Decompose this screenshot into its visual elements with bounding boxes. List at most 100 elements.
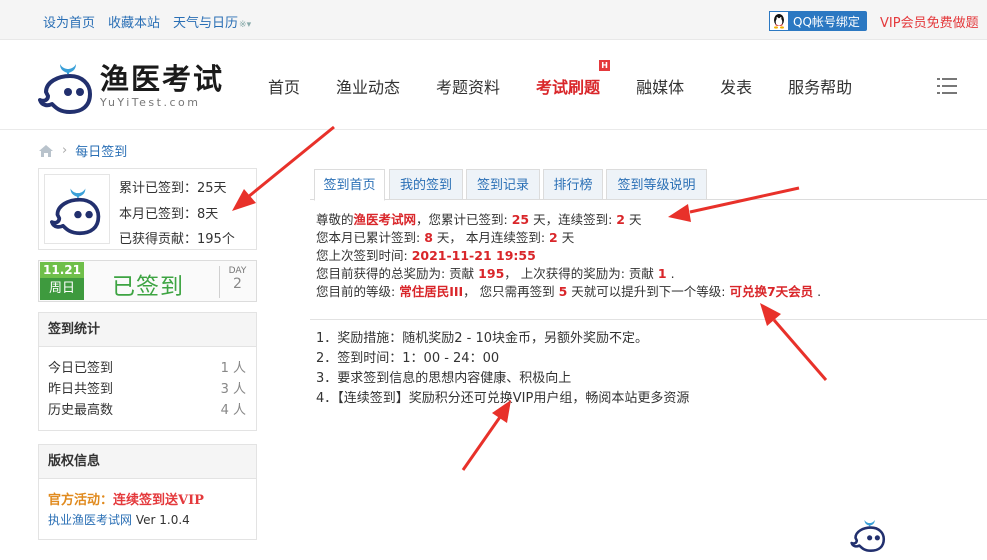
home-icon[interactable] bbox=[38, 144, 54, 158]
rule-item: 2．签到时间：1：00 - 24：00 bbox=[316, 351, 500, 366]
stats-row: 今日已签到 1 人 bbox=[39, 358, 256, 379]
rule-item: 3．要求签到信息的思想内容健康、积极向上 bbox=[316, 371, 572, 386]
day-counter: DAY 2 bbox=[219, 266, 255, 298]
nav-exam-practice-label: 考试刷题 bbox=[536, 78, 601, 97]
signin-rules: 1．奖励措施：随机奖励2 - 10块金币，另额外奖励不定。 2．签到时间：1：0… bbox=[316, 329, 689, 409]
annotation-arrow bbox=[461, 400, 511, 471]
stats-row-label: 历史最高数 bbox=[48, 403, 114, 418]
menu-lines-icon[interactable] bbox=[937, 77, 957, 95]
annotation-arrow bbox=[760, 303, 828, 381]
tab-signin-records[interactable]: 签到记录 bbox=[466, 169, 540, 200]
copyright-line: 执业渔医考试网 Ver 1.0.4 bbox=[39, 508, 256, 528]
tab-level-description[interactable]: 签到等级说明 bbox=[606, 169, 707, 200]
logo-text: 渔医考试 YuYiTest.com bbox=[100, 63, 224, 109]
stats-row-label: 昨日共签到 bbox=[48, 382, 114, 397]
stats-row-label: 今日已签到 bbox=[48, 361, 114, 376]
last-reward-value: 1 bbox=[657, 266, 667, 281]
info-text: ， 上次获得的奖励为: 贡献 bbox=[504, 266, 658, 281]
next-level: 可兑换7天会员 bbox=[729, 284, 814, 299]
nav-service-help[interactable]: 服务帮助 bbox=[788, 74, 852, 98]
whale-avatar-icon bbox=[50, 188, 101, 236]
streak-days-value: 2 bbox=[616, 212, 625, 227]
logo-subtitle: YuYiTest.com bbox=[100, 96, 201, 109]
info-text: 天 bbox=[557, 230, 575, 245]
site-name-link[interactable]: 执业渔医考试网 bbox=[48, 513, 132, 527]
qq-bind-button[interactable]: QQ帐号绑定 bbox=[769, 11, 867, 31]
nav-fishery-news[interactable]: 渔业动态 bbox=[336, 74, 400, 98]
tab-leaderboard[interactable]: 排行榜 bbox=[543, 169, 603, 200]
nav-publish[interactable]: 发表 bbox=[720, 74, 752, 98]
promo-line: 官方活动：连续签到送VIP bbox=[39, 479, 256, 508]
info-text: 您上次签到时间: bbox=[316, 248, 412, 263]
info-text: ，您累计已签到: bbox=[416, 212, 512, 227]
hot-badge: H bbox=[599, 60, 611, 71]
signin-stats-panel: 签到统计 今日已签到 1 人 昨日共签到 3 人 历史最高数 4 人 bbox=[38, 312, 257, 431]
day-label: DAY bbox=[228, 266, 247, 276]
nav-exam-materials[interactable]: 考题资料 bbox=[436, 74, 500, 98]
stats-row-value: 4 人 bbox=[220, 403, 246, 418]
vip-free-link[interactable]: VIP会员免费做题 bbox=[880, 12, 979, 31]
current-level: 常住居民III bbox=[399, 284, 464, 299]
info-text: 天 bbox=[625, 212, 642, 227]
promo-label: 官方活动： bbox=[48, 493, 114, 508]
section-divider bbox=[310, 319, 987, 320]
logo-title: 渔医考试 bbox=[100, 62, 225, 96]
info-line-month: 您本月已累计签到: 8 天， 本月连续签到: 2 天 bbox=[316, 229, 821, 247]
info-text: ， 您只需再签到 bbox=[463, 284, 559, 299]
info-text: . bbox=[813, 284, 822, 299]
month-signin-value: 8天 bbox=[197, 207, 219, 222]
site-logo[interactable]: 渔医考试 YuYiTest.com bbox=[38, 58, 224, 114]
avatar bbox=[44, 174, 110, 244]
site-name-highlight: 渔医考试网 bbox=[353, 212, 417, 227]
month-signin-stat: 本月已签到：8天 bbox=[119, 203, 218, 222]
site-header: 渔医考试 YuYiTest.com 首页 渔业动态 考题资料 考试刷题 H 融媒体… bbox=[0, 40, 987, 130]
stats-row: 历史最高数 4 人 bbox=[39, 400, 256, 421]
month-streak-value: 2 bbox=[549, 230, 558, 245]
promo-link[interactable]: 连续签到送VIP bbox=[113, 493, 204, 508]
contribution-label: 已获得贡献： bbox=[119, 232, 198, 247]
version-text: Ver 1.0.4 bbox=[132, 513, 190, 527]
month-signin-label: 本月已签到： bbox=[119, 207, 198, 222]
total-signin-value: 25天 bbox=[197, 181, 227, 196]
info-text: 天， 本月连续签到: bbox=[432, 230, 550, 245]
signed-status-text: 已签到 bbox=[112, 274, 184, 300]
days-to-next-level: 5 bbox=[558, 284, 568, 299]
total-signin-stat: 累计已签到：25天 bbox=[119, 177, 227, 196]
set-homepage-link[interactable]: 设为首页 bbox=[43, 12, 95, 31]
bookmark-link[interactable]: 收藏本站 bbox=[108, 12, 160, 31]
whale-mini-logo-icon[interactable] bbox=[850, 516, 888, 552]
qq-bind-label: QQ帐号绑定 bbox=[793, 14, 860, 29]
total-days-value: 25 bbox=[511, 212, 530, 227]
breadcrumb: › 每日签到 bbox=[38, 141, 127, 160]
weather-calendar-label: 天气与日历 bbox=[173, 16, 239, 31]
date-value: 11.21 bbox=[40, 262, 84, 278]
copyright-panel: 版权信息 官方活动：连续签到送VIP 执业渔医考试网 Ver 1.0.4 bbox=[38, 444, 257, 540]
signed-status-box: 11.21 周日 已签到 DAY 2 bbox=[38, 260, 257, 302]
main-nav: 首页 渔业动态 考题资料 考试刷题 H 融媒体 发表 服务帮助 bbox=[268, 60, 888, 98]
last-signin-time: 2021-11-21 19:55 bbox=[411, 248, 536, 263]
info-text: 尊敬的 bbox=[316, 212, 354, 227]
date-badge: 11.21 周日 bbox=[40, 262, 84, 300]
info-text: 天就可以提升到下一个等级: bbox=[567, 284, 730, 299]
tab-my-signin[interactable]: 我的签到 bbox=[389, 169, 463, 200]
nav-media[interactable]: 融媒体 bbox=[636, 74, 684, 98]
stats-row: 昨日共签到 3 人 bbox=[39, 379, 256, 400]
weather-calendar-link[interactable]: 天气与日历※▾ bbox=[173, 12, 251, 31]
qq-penguin-icon bbox=[769, 11, 789, 31]
rule-item: 1．奖励措施：随机奖励2 - 10块金币，另额外奖励不定。 bbox=[316, 331, 649, 346]
info-text: . bbox=[666, 266, 675, 281]
breadcrumb-separator: › bbox=[62, 143, 68, 158]
contribution-stat: 已获得贡献：195个 bbox=[119, 228, 235, 247]
stats-row-value: 3 人 bbox=[220, 382, 246, 397]
contribution-value: 195个 bbox=[197, 232, 235, 247]
info-line-last-time: 您上次签到时间: 2021-11-21 19:55 bbox=[316, 247, 821, 265]
dropdown-caret-icon: ※▾ bbox=[239, 20, 252, 30]
top-links: 设为首页 收藏本站 天气与日历※▾ bbox=[43, 12, 251, 31]
whale-logo-icon bbox=[38, 64, 92, 114]
nav-home[interactable]: 首页 bbox=[268, 74, 300, 98]
nav-exam-practice[interactable]: 考试刷题 H bbox=[536, 60, 611, 98]
day-value: 2 bbox=[233, 276, 242, 292]
tab-signin-home[interactable]: 签到首页 bbox=[314, 169, 385, 201]
breadcrumb-current[interactable]: 每日签到 bbox=[75, 141, 127, 160]
stats-row-value: 1 人 bbox=[220, 361, 246, 376]
